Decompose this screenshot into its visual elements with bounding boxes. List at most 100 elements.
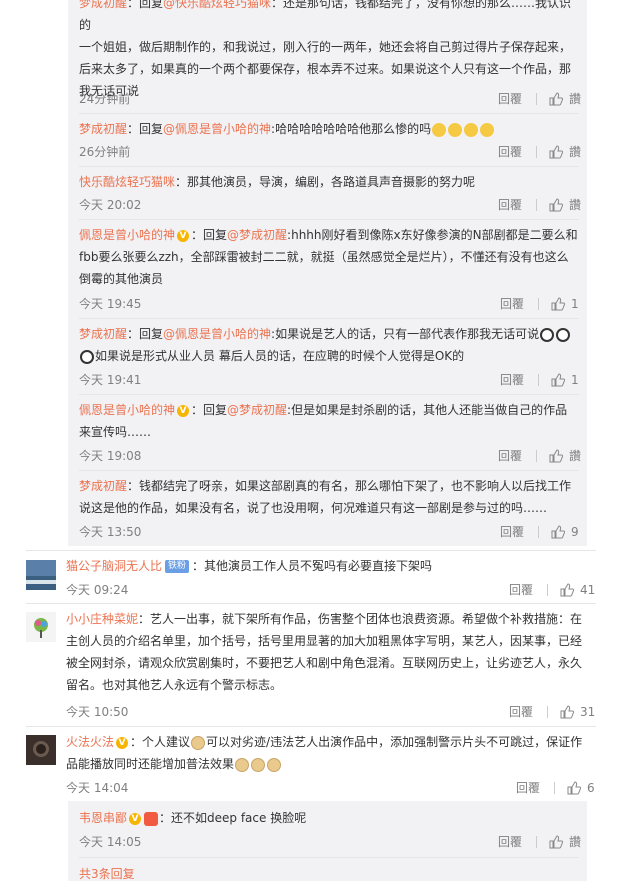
thumbs-up-icon[interactable] (549, 91, 564, 106)
reply-button[interactable]: 回覆 (516, 779, 540, 796)
reply-button[interactable]: 回覆 (498, 196, 522, 213)
timestamp: 今天 19:08 (79, 449, 142, 463)
sub-reply-0: 梦成初醒：回复@快乐酷炫轻巧猫咪：还是那句话，钱都结完了，没有你想的那么……我认… (79, 0, 579, 102)
thumbs-up-icon[interactable] (567, 780, 582, 795)
mention-link[interactable]: @梦成初醒 (227, 228, 287, 242)
thumbs-up-icon[interactable] (549, 834, 564, 849)
reply-button[interactable]: 回覆 (498, 447, 522, 464)
author-link[interactable]: 佩恩是曾小哈的神 (79, 228, 175, 242)
author-link[interactable]: 梦成初醒 (79, 479, 127, 493)
reply-button[interactable]: 回覆 (498, 90, 522, 107)
like-count[interactable]: 1 (571, 297, 579, 311)
divider (26, 603, 596, 604)
divider (536, 198, 538, 211)
comment-0: 猫公子脑洞无人比 铁粉 ：其他演员工作人员不冤吗有必要直接下架吗 (66, 555, 586, 577)
fan-badge: 铁粉 (165, 560, 190, 573)
author-link[interactable]: 快乐酷炫轻巧猫咪 (79, 175, 175, 189)
actions: 回覆 讚 (498, 143, 581, 160)
comment-text: ：其他演员工作人员不冤吗有必要直接下架吗 (192, 559, 433, 573)
timestamp: 今天 19:41 (79, 373, 142, 387)
doge-emoji-icon (235, 757, 250, 772)
thumbs-up-icon[interactable] (551, 372, 566, 387)
like-count[interactable]: 6 (587, 781, 595, 795)
author-link[interactable]: 火法火法 (66, 735, 114, 749)
timestamp: 今天 14:04 (66, 781, 129, 795)
mention-link[interactable]: @佩恩是曾小哈的神 (163, 327, 271, 341)
like-count[interactable]: 1 (571, 373, 579, 387)
comment-text: 留名。也对其他艺人永远有个警示标志。 (66, 678, 283, 692)
thumbs-up-icon[interactable] (549, 448, 564, 463)
nested-reply: 韦恩串鄙 V ：还不如deep face 换脸呢 (79, 807, 579, 829)
divider (26, 550, 596, 551)
author-link[interactable]: 梦成初醒 (79, 122, 127, 136)
comment-text: ：艺人一出事，就下架所有作品，伤害整个团体也浪费资源。希望做个补救措施：在 (138, 612, 583, 626)
comment-text: 如果说是形式从业人员 幕后人员的话，在应聘的时候个人觉得是OK的 (95, 349, 465, 363)
reply-button[interactable]: 回覆 (500, 295, 524, 312)
like-label[interactable]: 讚 (569, 447, 581, 464)
panda-emoji-icon (540, 327, 555, 342)
timestamp: 今天 20:02 (79, 198, 142, 212)
comment-text: :hhhh刚好看到像陈x东好像参演的N部剧都是二要么和 (287, 228, 578, 242)
sub-reply-2: 快乐酷炫轻巧猫咪：那其他演员，导演，编剧，各路道具声音摄影的努力呢 (79, 171, 579, 193)
like-count[interactable]: 41 (580, 583, 595, 597)
comment-2: 火法火法 V ：个人建议 可以对劣迹/违法艺人出演作品中，添加强制警示片头不可跳过，保… (66, 731, 586, 775)
thumbs-up-icon[interactable] (551, 296, 566, 311)
mention-link[interactable]: @快乐酷炫轻巧猫咪 (163, 0, 271, 10)
thumbs-up-icon[interactable] (549, 144, 564, 159)
more-replies-link[interactable]: 共3条回复 (79, 865, 135, 882)
comment-text: fbb要么张要么zzh，全部踩雷被封二二就，就挺（虽然感觉全是烂片），不懂还有没… (79, 250, 569, 264)
author-link[interactable]: 小小庄种菜妮 (66, 612, 138, 626)
actions: 回覆 31 (509, 703, 595, 720)
author-link[interactable]: 梦成初醒 (79, 0, 127, 10)
reply-button[interactable]: 回覆 (498, 833, 522, 850)
reply-button[interactable]: 回覆 (500, 371, 524, 388)
mention-link[interactable]: @佩恩是曾小哈的神 (163, 122, 271, 136)
comment-text: 来宣传吗…… (79, 425, 152, 439)
like-label[interactable]: 讚 (569, 143, 581, 160)
timestamp: 今天 10:50 (66, 705, 129, 719)
avatar[interactable] (26, 612, 56, 642)
avatar[interactable] (26, 735, 56, 765)
author-link[interactable]: 猫公子脑洞无人比 (66, 559, 162, 573)
grin-emoji-icon (464, 122, 479, 137)
comment-text: :但是如果是封杀剧的话，其他人还能当做自己的作品 (287, 403, 568, 417)
doge-emoji-icon (267, 757, 282, 772)
reply-button[interactable]: 回覆 (509, 703, 533, 720)
grin-emoji-icon (432, 122, 447, 137)
reply-button[interactable]: 回覆 (500, 523, 524, 540)
thumbs-up-icon[interactable] (549, 197, 564, 212)
comment-text: :哈哈哈哈哈哈哈他那么惨的吗 (271, 122, 432, 136)
like-count[interactable]: 31 (580, 705, 595, 719)
thumbs-up-icon[interactable] (560, 582, 575, 597)
divider (536, 449, 538, 462)
mention-link[interactable]: @梦成初醒 (227, 403, 287, 417)
divider (538, 525, 540, 538)
author-link[interactable]: 梦成初醒 (79, 327, 127, 341)
actions: 回覆 6 (516, 779, 595, 796)
reply-prefix: ：回复 (191, 228, 228, 242)
grin-emoji-icon (480, 122, 495, 137)
actions: 回覆 9 (500, 523, 579, 540)
verified-badge-icon: V (177, 229, 190, 242)
avatar[interactable] (26, 560, 56, 590)
divider (26, 726, 596, 727)
reply-button[interactable]: 回覆 (498, 143, 522, 160)
like-label[interactable]: 讚 (569, 833, 581, 850)
crown-badge-icon (144, 811, 159, 826)
reply-button[interactable]: 回覆 (509, 581, 533, 598)
like-label[interactable]: 讚 (569, 90, 581, 107)
author-link[interactable]: 佩恩是曾小哈的神 (79, 403, 175, 417)
doge-emoji-icon (251, 757, 266, 772)
thumbs-up-icon[interactable] (560, 704, 575, 719)
sub-reply-4: 梦成初醒：回复@佩恩是曾小哈的神:如果说是艺人的话，只有一部代表作那我无话可说 … (79, 323, 579, 367)
sub-reply-3: 佩恩是曾小哈的神 V ：回复@梦成初醒:hhhh刚好看到像陈x东好像参演的N部剧都是… (79, 224, 579, 290)
author-link[interactable]: 韦恩串鄙 (79, 811, 127, 825)
thumbs-up-icon[interactable] (551, 524, 566, 539)
like-count[interactable]: 9 (571, 525, 579, 539)
actions: 回覆 1 (500, 295, 579, 312)
verified-badge-icon: V (177, 404, 190, 417)
reply-prefix: ：回复 (127, 122, 164, 136)
divider (536, 92, 538, 105)
comment-text: ：个人建议 (130, 735, 191, 749)
like-label[interactable]: 讚 (569, 196, 581, 213)
